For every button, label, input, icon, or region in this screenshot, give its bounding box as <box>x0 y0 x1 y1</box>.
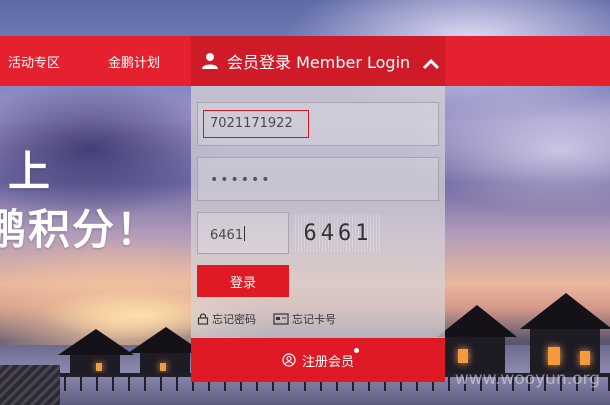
login-panel: 7021171922 •••••• 6461 6461 登录 忘记密码 忘记卡号… <box>191 86 445 382</box>
member-login-title: 会员登录 Member Login <box>227 53 411 72</box>
chevron-up-icon[interactable] <box>422 56 440 70</box>
card-icon <box>273 313 289 325</box>
register-button[interactable]: 注册会员 <box>191 338 445 382</box>
forgot-password-link[interactable]: 忘记密码 <box>197 311 256 327</box>
captcha-input[interactable]: 6461 <box>197 212 289 254</box>
login-button[interactable]: 登录 <box>197 265 289 297</box>
username-field[interactable]: 7021171922 <box>197 102 439 146</box>
register-label: 注册会员 <box>301 354 354 370</box>
text-caret <box>244 226 246 241</box>
password-value: •••••• <box>210 172 272 188</box>
hero-headline-line2: 鹏积分！ <box>0 205 161 254</box>
forgot-card-label: 忘记卡号 <box>292 313 336 326</box>
captcha-image[interactable]: 6461 <box>295 214 381 252</box>
deck <box>0 365 60 405</box>
person-icon <box>201 52 219 70</box>
username-value: 7021171922 <box>203 110 309 138</box>
password-field[interactable]: •••••• <box>197 157 439 201</box>
register-icon <box>282 353 296 367</box>
notification-dot <box>354 348 359 353</box>
forgot-card-link[interactable]: 忘记卡号 <box>273 311 336 327</box>
nav-item-activities[interactable]: 活动专区 <box>8 52 60 71</box>
lock-icon <box>197 313 209 325</box>
forgot-password-label: 忘记密码 <box>212 313 256 326</box>
nav-item-jinpeng-plan[interactable]: 金鹏计划 <box>108 52 160 71</box>
hero-headline-line1: 上 <box>8 147 53 196</box>
captcha-image-text: 6461 <box>303 220 373 246</box>
watermark: www.wooyun.org <box>454 369 600 389</box>
captcha-input-value: 6461 <box>210 228 244 243</box>
member-login-tab[interactable]: 会员登录 Member Login <box>191 36 445 86</box>
